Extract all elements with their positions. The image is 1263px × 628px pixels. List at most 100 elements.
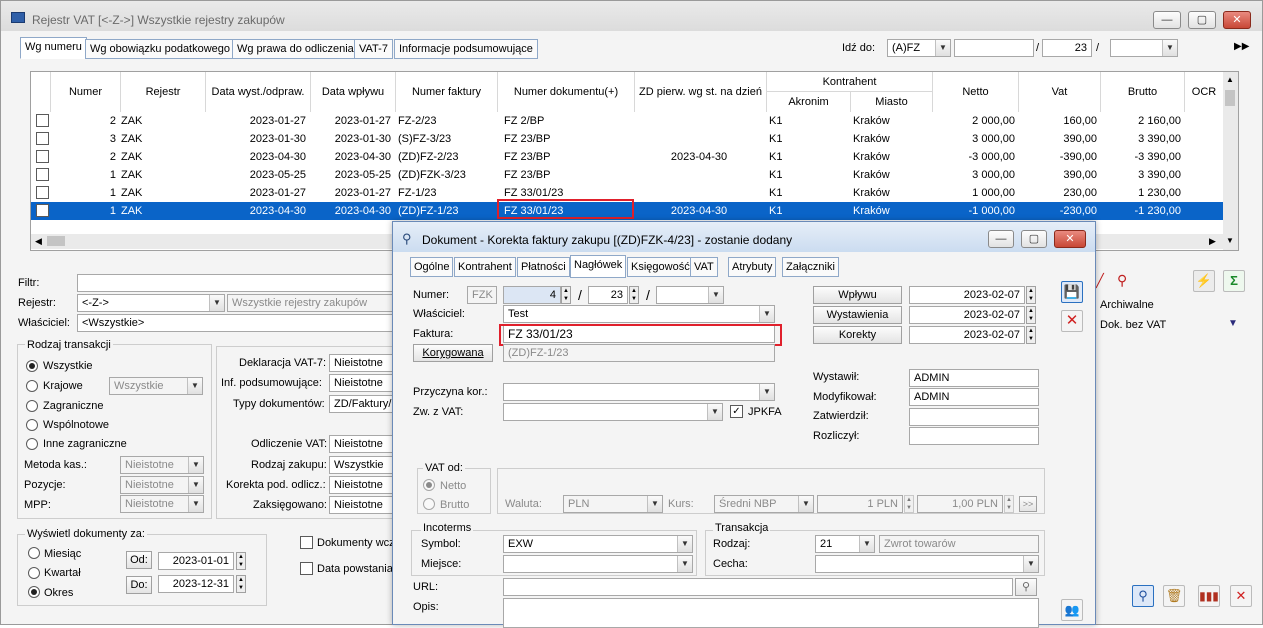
table-row[interactable]: 2 ZAK 2023-04-30 2023-04-30 (ZD)FZ-2/23 FZ 23…	[31, 148, 1223, 166]
cecha-select[interactable]: ▼	[815, 555, 1039, 573]
col-header-vat[interactable]: Vat	[1019, 72, 1101, 112]
kurs-select[interactable]: Średni NBP ▼	[714, 495, 814, 513]
radio-okres[interactable]	[28, 586, 40, 598]
numer-value[interactable]: 4	[503, 286, 561, 304]
filter-arrow-icon[interactable]: ▼	[1228, 318, 1238, 329]
jpkfa-checkbox[interactable]: ✓	[730, 405, 743, 418]
korygowana-button[interactable]: Korygowana	[413, 344, 493, 362]
inf-select[interactable]: Nieistotne	[329, 374, 396, 392]
row-checkbox[interactable]	[36, 204, 49, 217]
rejestr-select[interactable]: <-Z-> ▼	[77, 294, 225, 312]
col-header-kontrahent[interactable]: Kontrahent	[767, 72, 933, 92]
magnifier-icon[interactable]: ⚲	[1132, 585, 1154, 607]
dtab-atrybuty[interactable]: Atrybuty	[728, 257, 777, 277]
row-checkbox[interactable]	[36, 114, 49, 127]
rodzaj-select[interactable]: 21 ▼	[815, 535, 875, 553]
row-checkbox[interactable]	[36, 150, 49, 163]
col-header-numer-dokumentu[interactable]: Numer dokumentu(+)	[498, 72, 635, 112]
od-date[interactable]: 2023-01-01	[158, 552, 234, 570]
symbol-select[interactable]: EXW ▼	[503, 535, 693, 553]
goto-period-select[interactable]: ▼	[1110, 39, 1178, 57]
url-search-icon[interactable]: ⚲	[1015, 578, 1037, 596]
korekta-select[interactable]: Nieistotne	[329, 476, 396, 494]
col-header-zd[interactable]: ZD pierw. wg st. na dzień	[635, 72, 767, 112]
korekty-date[interactable]: 2023-02-07	[909, 326, 1025, 344]
dtab-platnosci[interactable]: Płatności	[517, 257, 570, 277]
col-header-brutto[interactable]: Brutto	[1101, 72, 1185, 112]
col-header-akronim[interactable]: Akronim	[767, 92, 851, 112]
odliczenie-select[interactable]: Nieistotne	[329, 435, 396, 453]
od-button[interactable]: Od:	[126, 551, 152, 569]
filtr-input[interactable]	[77, 274, 397, 292]
radio-wszystkie[interactable]	[26, 360, 38, 372]
col-header-miasto[interactable]: Miasto	[851, 92, 933, 112]
search-user-icon[interactable]: ⚲	[1117, 272, 1127, 289]
wlasciciel-field[interactable]: <Wszystkie>	[77, 314, 397, 332]
table-row[interactable]: 1 ZAK 2023-05-25 2023-05-25 (ZD)FZK-3/23 FZ 2…	[31, 166, 1223, 184]
dtab-ogolne[interactable]: Ogólne	[410, 257, 454, 277]
row-checkbox[interactable]	[36, 168, 49, 181]
korekty-button[interactable]: Korekty	[813, 326, 902, 344]
radio-kwartal[interactable]	[28, 567, 40, 579]
cancel-icon[interactable]: ✕	[1230, 585, 1252, 607]
col-header-rejestr[interactable]: Rejestr	[121, 72, 206, 112]
waluta-select[interactable]: PLN ▼	[563, 495, 663, 513]
kurs-more-button[interactable]: >>	[1019, 496, 1037, 512]
col-header-data-wyst[interactable]: Data wyst./odpraw.	[206, 72, 311, 112]
radio-inne[interactable]	[26, 438, 38, 450]
pozycje-select[interactable]: Nieistotne ▼	[120, 476, 204, 494]
table-row[interactable]: 3 ZAK 2023-01-30 2023-01-30 (S)FZ-3/23 FZ 23/…	[31, 130, 1223, 148]
mpp-select[interactable]: Nieistotne ▼	[120, 495, 204, 513]
wystawienia-button[interactable]: Wystawienia	[813, 306, 902, 324]
do-date[interactable]: 2023-12-31	[158, 575, 234, 593]
row-checkbox[interactable]	[36, 132, 49, 145]
przyczyna-select[interactable]: ▼	[503, 383, 775, 401]
radio-wspolnotowe[interactable]	[26, 419, 38, 431]
goto-number[interactable]: 23	[1042, 39, 1092, 57]
do-button[interactable]: Do:	[126, 576, 152, 594]
radio-zagraniczne[interactable]	[26, 400, 38, 412]
vertical-scrollbar[interactable]: ▲ ▼	[1223, 72, 1238, 250]
dokumenty-wcz-checkbox[interactable]	[300, 536, 313, 549]
zaksiegowano-select[interactable]: Nieistotne	[329, 496, 396, 514]
col-header-numer[interactable]: Numer	[51, 72, 121, 112]
save-icon[interactable]: 💾	[1061, 281, 1083, 303]
tab-wg-prawa[interactable]: Wg prawa do odliczenia	[232, 39, 359, 59]
dtab-zalaczniki[interactable]: Załączniki	[782, 257, 839, 277]
dialog-maximize[interactable]: ▢	[1021, 230, 1047, 248]
minimize-button[interactable]: —	[1153, 11, 1181, 29]
numer-year[interactable]: 23	[588, 286, 628, 304]
col-header-netto[interactable]: Netto	[933, 72, 1019, 112]
col-header-ocr[interactable]: OCR	[1185, 72, 1223, 112]
zw-vat-select[interactable]: ▼	[503, 403, 723, 421]
lightning-icon[interactable]: ⚡	[1193, 270, 1215, 292]
data-powstania-checkbox[interactable]	[300, 562, 313, 575]
table-row[interactable]: 2 ZAK 2023-01-27 2023-01-27 FZ-2/23 FZ 2/BP K1…	[31, 112, 1223, 130]
tab-vat7[interactable]: VAT-7	[354, 39, 393, 59]
dtab-naglowek[interactable]: Nagłówek	[570, 255, 627, 278]
dtab-vat[interactable]: VAT	[690, 257, 718, 277]
users-icon[interactable]: 👥	[1061, 599, 1083, 621]
krajowe-select[interactable]: Wszystkie ▼	[109, 377, 203, 395]
dtab-kontrahent[interactable]: Kontrahent	[454, 257, 516, 277]
url-input[interactable]	[503, 578, 1013, 596]
radio-krajowe[interactable]	[26, 380, 38, 392]
deklaracja-select[interactable]: Nieistotne	[329, 354, 396, 372]
dialog-close[interactable]: ✕	[1054, 230, 1086, 248]
col-header-numer-faktury[interactable]: Numer faktury	[396, 72, 498, 112]
rodzaj-zakupu-select[interactable]: Wszystkie	[329, 456, 396, 474]
books-icon[interactable]: ▮▮▮	[1198, 585, 1220, 607]
goto-select[interactable]: (A)FZ ▼	[887, 39, 951, 57]
sum-icon[interactable]: Σ	[1223, 270, 1245, 292]
trash-icon[interactable]: 🗑	[1163, 585, 1185, 607]
row-checkbox[interactable]	[36, 186, 49, 199]
wplywu-button[interactable]: Wpływu	[813, 286, 902, 304]
wystawienia-date[interactable]: 2023-02-07	[909, 306, 1025, 324]
dtab-ksiegowosc[interactable]: Księgowość	[627, 257, 694, 277]
typy-select[interactable]: ZD/Faktury/	[329, 395, 396, 413]
wplywu-date[interactable]: 2023-02-07	[909, 286, 1025, 304]
tab-informacje[interactable]: Informacje podsumowujące	[394, 39, 538, 59]
col-header-data-wplywu[interactable]: Data wpływu	[311, 72, 396, 112]
close-button[interactable]: ✕	[1223, 11, 1251, 29]
maximize-button[interactable]: ▢	[1188, 11, 1216, 29]
